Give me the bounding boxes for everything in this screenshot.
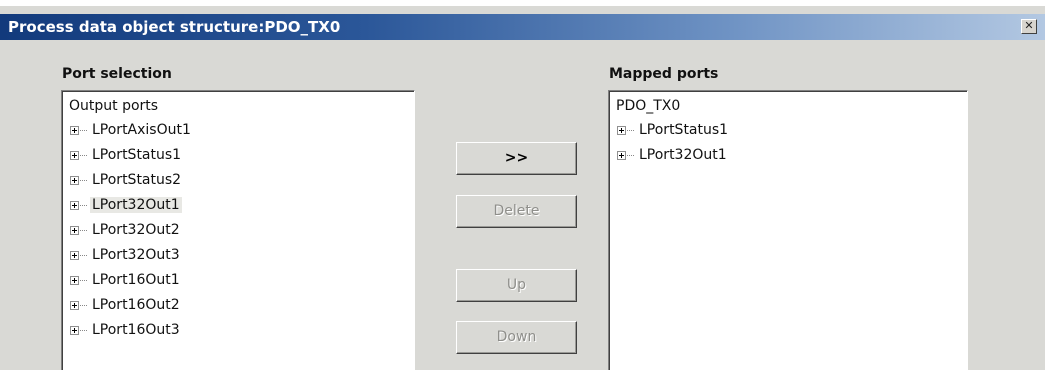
tree-connector xyxy=(80,205,87,206)
expand-plus-icon[interactable] xyxy=(617,151,626,160)
tree-connector xyxy=(80,180,87,181)
expand-plus-icon[interactable] xyxy=(70,326,79,335)
expand-plus-icon[interactable] xyxy=(70,176,79,185)
port-selection-tree[interactable]: Output ports LPortAxisOut1 LPortStatus1 … xyxy=(61,90,415,370)
delete-button[interactable]: Delete xyxy=(456,195,577,228)
tree-item-label: LPortAxisOut1 xyxy=(92,122,191,138)
tree-connector xyxy=(80,330,87,331)
expand-plus-icon[interactable] xyxy=(70,276,79,285)
expand-plus-icon[interactable] xyxy=(70,301,79,310)
close-icon[interactable]: ✕ xyxy=(1021,19,1037,34)
tree-connector xyxy=(627,130,634,131)
tree-root-output-ports[interactable]: Output ports xyxy=(69,98,158,114)
tree-connector xyxy=(627,155,634,156)
move-down-button[interactable]: Down xyxy=(456,321,577,354)
add-mapping-button[interactable]: >> xyxy=(456,142,577,175)
tree-item-label: LPortStatus2 xyxy=(92,172,182,188)
expand-plus-icon[interactable] xyxy=(70,126,79,135)
tree-root-pdo-tx0[interactable]: PDO_TX0 xyxy=(616,98,680,114)
tree-connector xyxy=(80,255,87,256)
move-up-button[interactable]: Up xyxy=(456,269,577,302)
tree-item-label: LPort32Out1 xyxy=(639,147,727,163)
expand-plus-icon[interactable] xyxy=(70,151,79,160)
tree-item-label: LPortStatus1 xyxy=(639,122,729,138)
expand-plus-icon[interactable] xyxy=(70,201,79,210)
tree-connector xyxy=(80,155,87,156)
tree-item-label: LPort16Out2 xyxy=(92,297,180,313)
window-title: Process data object structure:PDO_TX0 xyxy=(8,18,341,36)
tree-connector xyxy=(80,130,87,131)
expand-plus-icon[interactable] xyxy=(617,126,626,135)
expand-plus-icon[interactable] xyxy=(70,226,79,235)
tree-item-label: LPortStatus1 xyxy=(92,147,182,163)
tree-connector xyxy=(80,230,87,231)
tree-item-label: LPort32Out2 xyxy=(92,222,180,238)
expand-plus-icon[interactable] xyxy=(70,251,79,260)
tree-item-label: LPort16Out3 xyxy=(92,322,180,338)
tree-connector xyxy=(80,280,87,281)
title-bar[interactable]: Process data object structure:PDO_TX0 ✕ xyxy=(0,14,1045,40)
dialog-window: Process data object structure:PDO_TX0 ✕ … xyxy=(0,0,1045,370)
mapped-ports-label: Mapped ports xyxy=(609,66,719,82)
tree-item-label-selected: LPort32Out1 xyxy=(90,197,182,213)
tree-item-label: LPort32Out3 xyxy=(92,247,180,263)
port-selection-label: Port selection xyxy=(62,66,172,82)
tree-item-label: LPort16Out1 xyxy=(92,272,180,288)
tree-connector xyxy=(80,305,87,306)
mapped-ports-tree[interactable]: PDO_TX0 LPortStatus1 LPort32Out1 xyxy=(608,90,968,370)
